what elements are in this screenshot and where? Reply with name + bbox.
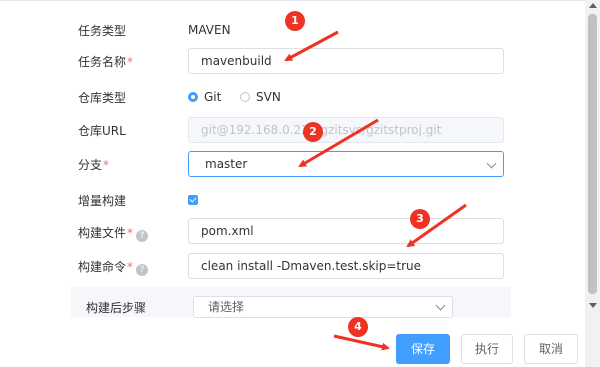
annotation-badge-2: 2 — [303, 122, 323, 142]
annotation-badge-1: 1 — [285, 11, 305, 31]
annotation-arrows — [284, 30, 467, 351]
annotation-badge-3: 3 — [410, 209, 430, 229]
annotation-arrow-1 — [284, 30, 339, 62]
annotation-arrow-4 — [333, 334, 390, 351]
annotation-badge-4: 4 — [348, 317, 368, 337]
